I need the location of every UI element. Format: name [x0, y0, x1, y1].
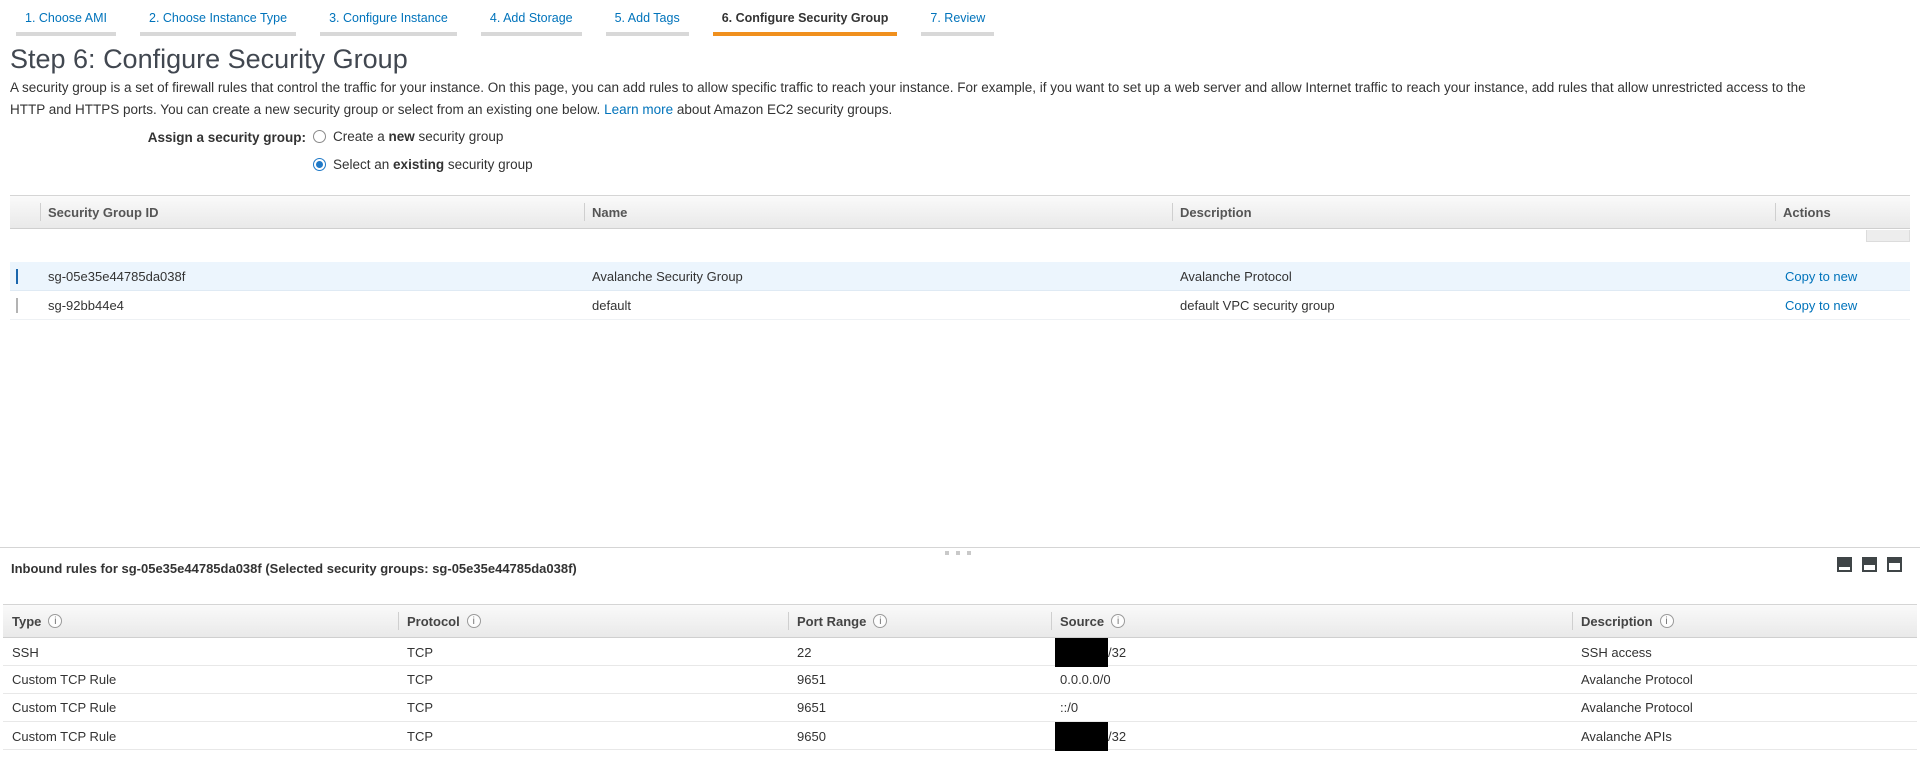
rule-source: /32	[1051, 638, 1572, 667]
row-checkbox-checked[interactable]	[16, 269, 18, 284]
create-new-group-option[interactable]: Create a new security group	[313, 129, 503, 144]
source-cidr-suffix: /32	[1108, 645, 1126, 660]
pane-bottom-small-icon[interactable]	[1837, 557, 1852, 572]
rule-port-range: 9651	[788, 672, 1051, 687]
security-group-description: Avalanche Protocol	[1172, 269, 1775, 284]
security-group-id: sg-92bb44e4	[40, 298, 584, 313]
security-group-description: default VPC security group	[1172, 298, 1775, 313]
inbound-rule-row: SSH TCP 22 /32 SSH access	[3, 638, 1917, 666]
tab-configure-security-group[interactable]: 6. Configure Security Group	[713, 0, 898, 36]
inbound-rule-row: Custom TCP Rule TCP 9651 ::/0 Avalanche …	[3, 694, 1917, 722]
row-checkbox-unchecked[interactable]	[16, 298, 18, 313]
description-line-1: A security group is a set of firewall ru…	[10, 77, 1910, 99]
security-group-row-default[interactable]: sg-92bb44e4 default default VPC security…	[10, 291, 1910, 320]
learn-more-link[interactable]: Learn more	[604, 102, 673, 117]
info-icon[interactable]	[873, 614, 887, 628]
rule-source: ::/0	[1051, 694, 1572, 721]
info-icon[interactable]	[48, 614, 62, 628]
rule-type: Custom TCP Rule	[3, 700, 398, 715]
security-group-name: default	[584, 298, 1172, 313]
rule-protocol: TCP	[398, 645, 788, 660]
table-filter-gap	[10, 229, 1910, 262]
pane-divider	[0, 547, 1920, 548]
tab-choose-instance-type[interactable]: 2. Choose Instance Type	[140, 0, 296, 36]
copy-to-new-link[interactable]: Copy to new	[1785, 298, 1857, 313]
rule-description: Avalanche Protocol	[1572, 700, 1917, 715]
inbound-rules-table-header: Type Protocol Port Range Source Descript…	[3, 604, 1917, 638]
column-header-name: Name	[584, 196, 1172, 228]
info-icon[interactable]	[1111, 614, 1125, 628]
security-group-row-avalanche[interactable]: sg-05e35e44785da038f Avalanche Security …	[10, 262, 1910, 291]
column-header-protocol: Protocol	[398, 605, 788, 637]
create-new-group-radio[interactable]	[313, 130, 326, 143]
assign-security-group-label: Assign a security group:	[0, 130, 306, 145]
rule-description: SSH access	[1572, 645, 1917, 660]
description-line-2-text: HTTP and HTTPS ports. You can create a n…	[10, 102, 600, 117]
tab-add-storage[interactable]: 4. Add Storage	[481, 0, 582, 36]
pane-bottom-medium-icon[interactable]	[1862, 557, 1877, 572]
select-existing-group-option[interactable]: Select an existing security group	[313, 157, 533, 172]
tab-choose-ami[interactable]: 1. Choose AMI	[16, 0, 116, 36]
column-header-description: Description	[1172, 196, 1775, 228]
rule-description: Avalanche APIs	[1572, 729, 1917, 744]
header-scroll-gutter	[1868, 196, 1910, 228]
rule-source: 0.0.0.0/0	[1051, 666, 1572, 693]
column-header-actions: Actions	[1775, 196, 1868, 228]
inbound-rules-table: Type Protocol Port Range Source Descript…	[3, 604, 1917, 750]
column-header-security-group-id: Security Group ID	[40, 196, 584, 228]
security-group-name: Avalanche Security Group	[584, 269, 1172, 284]
rule-port-range: 22	[788, 645, 1051, 660]
rule-protocol: TCP	[398, 729, 788, 744]
column-header-source: Source	[1051, 605, 1572, 637]
rule-protocol: TCP	[398, 672, 788, 687]
inbound-rules-title: Inbound rules for sg-05e35e44785da038f (…	[11, 561, 577, 576]
rule-port-range: 9650	[788, 729, 1051, 744]
info-icon[interactable]	[1660, 614, 1674, 628]
ec2-launch-wizard-screen: 1. Choose AMI 2. Choose Instance Type 3.…	[0, 0, 1920, 768]
rule-port-range: 9651	[788, 700, 1051, 715]
redacted-source-ip	[1055, 638, 1108, 667]
rule-type: Custom TCP Rule	[3, 672, 398, 687]
rule-source: /32	[1051, 722, 1572, 751]
page-description: A security group is a set of firewall ru…	[10, 77, 1910, 121]
column-header-port-range: Port Range	[788, 605, 1051, 637]
column-header-type: Type	[3, 605, 398, 637]
pane-layout-controls	[1837, 557, 1902, 572]
source-cidr: 0.0.0.0/0	[1051, 672, 1111, 687]
pane-resize-handle-icon[interactable]	[945, 551, 971, 555]
tab-review[interactable]: 7. Review	[921, 0, 994, 36]
pane-bottom-large-icon[interactable]	[1887, 557, 1902, 572]
tab-add-tags[interactable]: 5. Add Tags	[606, 0, 689, 36]
page-title: Step 6: Configure Security Group	[10, 44, 408, 75]
table-scroll-corner	[1866, 230, 1910, 242]
rule-type: SSH	[3, 645, 398, 660]
inbound-rule-row: Custom TCP Rule TCP 9651 0.0.0.0/0 Avala…	[3, 666, 1917, 694]
security-groups-table-header: Security Group ID Name Description Actio…	[10, 195, 1910, 229]
inbound-rule-row: Custom TCP Rule TCP 9650 /32 Avalanche A…	[3, 722, 1917, 750]
security-groups-table: Security Group ID Name Description Actio…	[10, 195, 1910, 320]
rule-type: Custom TCP Rule	[3, 729, 398, 744]
select-existing-group-label: Select an existing security group	[333, 157, 533, 172]
column-header-description: Description	[1572, 605, 1917, 637]
description-line-2-tail: about Amazon EC2 security groups.	[677, 102, 892, 117]
create-new-group-label: Create a new security group	[333, 129, 503, 144]
source-cidr-suffix: /32	[1108, 729, 1126, 744]
security-group-id: sg-05e35e44785da038f	[40, 269, 584, 284]
select-existing-group-radio[interactable]	[313, 158, 326, 171]
rule-protocol: TCP	[398, 700, 788, 715]
copy-to-new-link[interactable]: Copy to new	[1785, 269, 1857, 284]
source-cidr: ::/0	[1051, 700, 1078, 715]
tab-configure-instance[interactable]: 3. Configure Instance	[320, 0, 457, 36]
description-line-2: HTTP and HTTPS ports. You can create a n…	[10, 99, 1910, 121]
checkbox-column-header	[10, 196, 40, 228]
wizard-step-tabs: 1. Choose AMI 2. Choose Instance Type 3.…	[16, 0, 994, 36]
rule-description: Avalanche Protocol	[1572, 672, 1917, 687]
info-icon[interactable]	[467, 614, 481, 628]
redacted-source-ip	[1055, 722, 1108, 751]
